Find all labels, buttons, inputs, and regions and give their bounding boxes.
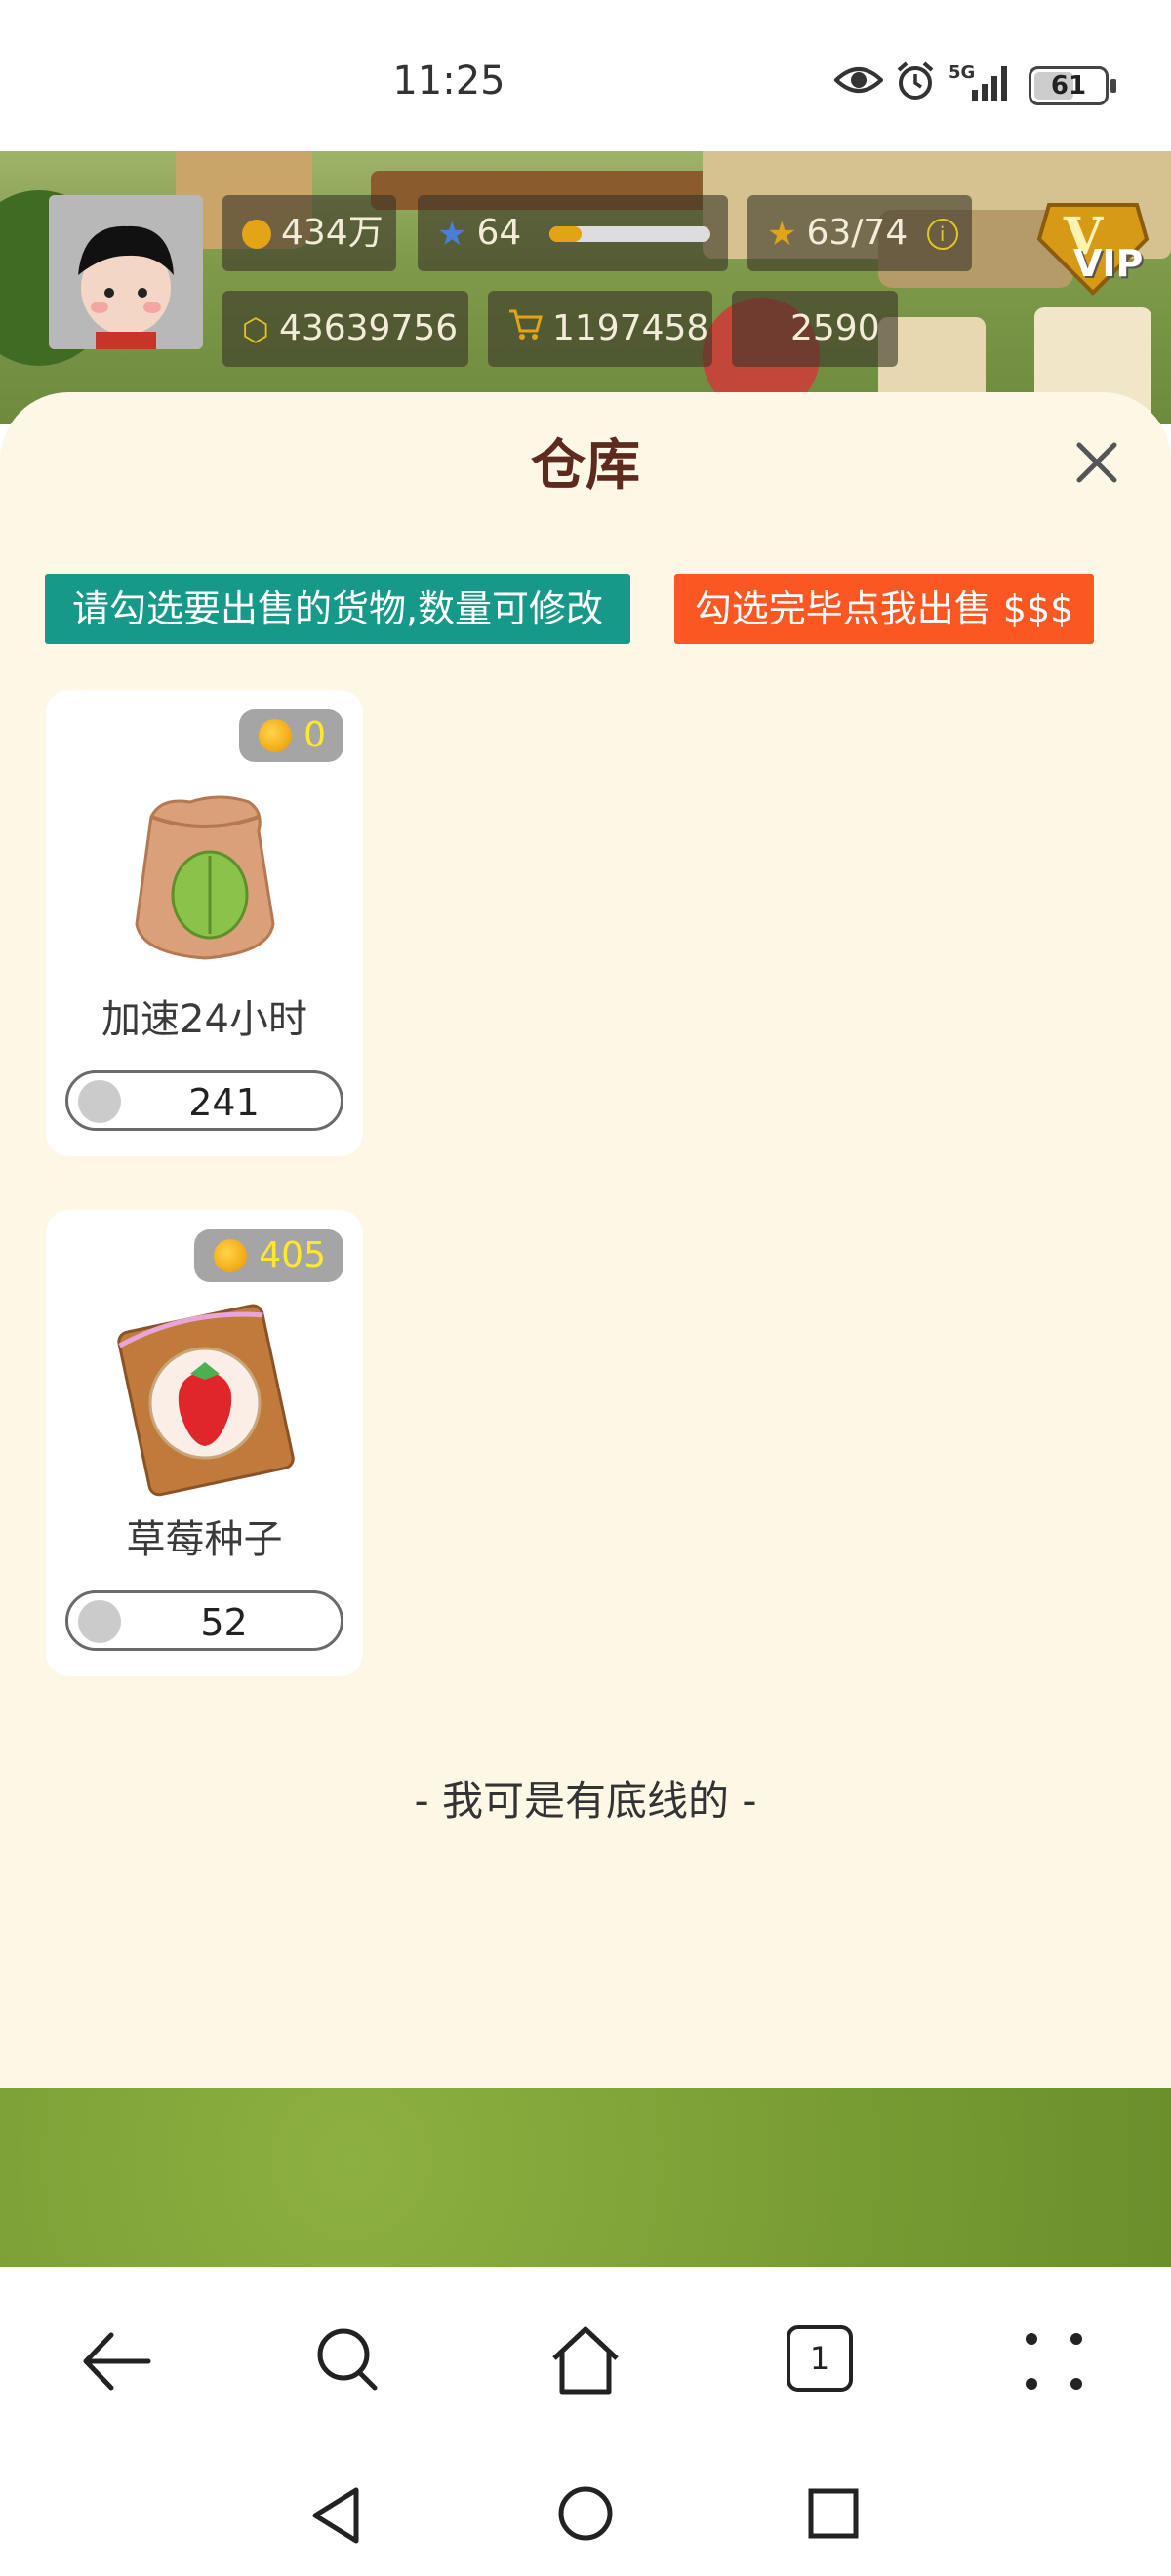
system-home-icon[interactable]: [556, 2484, 615, 2543]
strawberry-seed-pack-icon: [116, 1304, 295, 1497]
quantity-field[interactable]: 52: [65, 1590, 343, 1651]
sell-button[interactable]: 勾选完毕点我出售 $$$: [674, 574, 1094, 644]
seed-bag-leaf-icon: [134, 795, 275, 960]
sell-instruction-label: 请勾选要出售的货物,数量可修改: [45, 574, 630, 644]
other-counter: 2590: [732, 291, 898, 367]
status-bar: 11:25 5G 61: [0, 0, 1171, 151]
signal-icon: 5G: [949, 62, 1007, 101]
stars-counter[interactable]: ★ 63/74 i: [747, 195, 972, 271]
cubes-value: 43639756: [278, 308, 459, 348]
panel-title: 仓库: [531, 434, 640, 498]
price-badge: 0: [239, 709, 343, 762]
stars-value: 63/74: [806, 213, 909, 253]
system-back-icon[interactable]: [307, 2484, 366, 2547]
game-scene-bottom: [0, 2088, 1171, 2267]
back-arrow-icon[interactable]: [78, 2327, 156, 2395]
coin-icon: [259, 719, 293, 752]
cart-icon: [507, 292, 543, 368]
level-value: 64: [476, 213, 522, 253]
eye-icon: [834, 67, 883, 93]
search-icon[interactable]: [314, 2325, 384, 2395]
coin-icon: [214, 1239, 248, 1272]
battery-icon: 61: [1029, 66, 1116, 105]
item-card[interactable]: 0 加速24小时 241: [46, 690, 363, 1156]
item-name: 草莓种子: [126, 1517, 283, 1562]
player-avatar[interactable]: [49, 195, 203, 349]
vip-badge[interactable]: V VIP: [1030, 185, 1156, 302]
select-checkbox[interactable]: [78, 1600, 121, 1643]
cubes-counter: ⬡ 43639756: [222, 291, 468, 367]
other-value: 2590: [790, 308, 880, 348]
level-counter: ★ 64: [418, 195, 728, 271]
home-icon[interactable]: [546, 2321, 625, 2399]
item-name: 加速24小时: [101, 997, 307, 1042]
blue-star-icon: ★: [437, 215, 467, 254]
gold-star-icon: ★: [767, 215, 797, 254]
tabs-count: 1: [809, 2340, 830, 2377]
quantity-value[interactable]: 52: [127, 1601, 321, 1644]
price-badge: 405: [194, 1229, 343, 1282]
battery-level: 61: [1050, 71, 1087, 101]
more-menu-icon[interactable]: [1020, 2327, 1088, 2395]
item-card[interactable]: 405 草莓种子 52: [46, 1210, 363, 1676]
item-price: 0: [303, 715, 326, 755]
alarm-icon: [897, 61, 934, 100]
cart-counter: 1197458: [488, 291, 712, 367]
avatar-face-icon: [49, 195, 203, 349]
cart-value: 1197458: [552, 308, 709, 348]
item-price: 405: [259, 1235, 326, 1275]
coins-value: 434万: [281, 213, 384, 253]
status-time: 11:25: [392, 59, 505, 103]
tabs-button[interactable]: 1: [787, 2325, 853, 2392]
quantity-value[interactable]: 241: [127, 1081, 321, 1124]
coins-counter: 434万: [222, 195, 396, 271]
vip-label: VIP: [1073, 242, 1144, 285]
system-recents-icon[interactable]: [806, 2486, 861, 2541]
quantity-field[interactable]: 241: [65, 1070, 343, 1131]
browser-toolbar: 1: [0, 2267, 1171, 2576]
select-checkbox[interactable]: [78, 1080, 121, 1123]
cube-icon: ⬡: [242, 311, 269, 348]
network-type: 5G: [949, 62, 975, 83]
xp-progress-bar: [549, 226, 710, 242]
close-icon[interactable]: [1073, 439, 1120, 486]
info-icon[interactable]: i: [926, 219, 958, 250]
end-of-list-text: - 我可是有底线的 -: [414, 1777, 757, 1825]
coin-icon: [242, 220, 271, 249]
